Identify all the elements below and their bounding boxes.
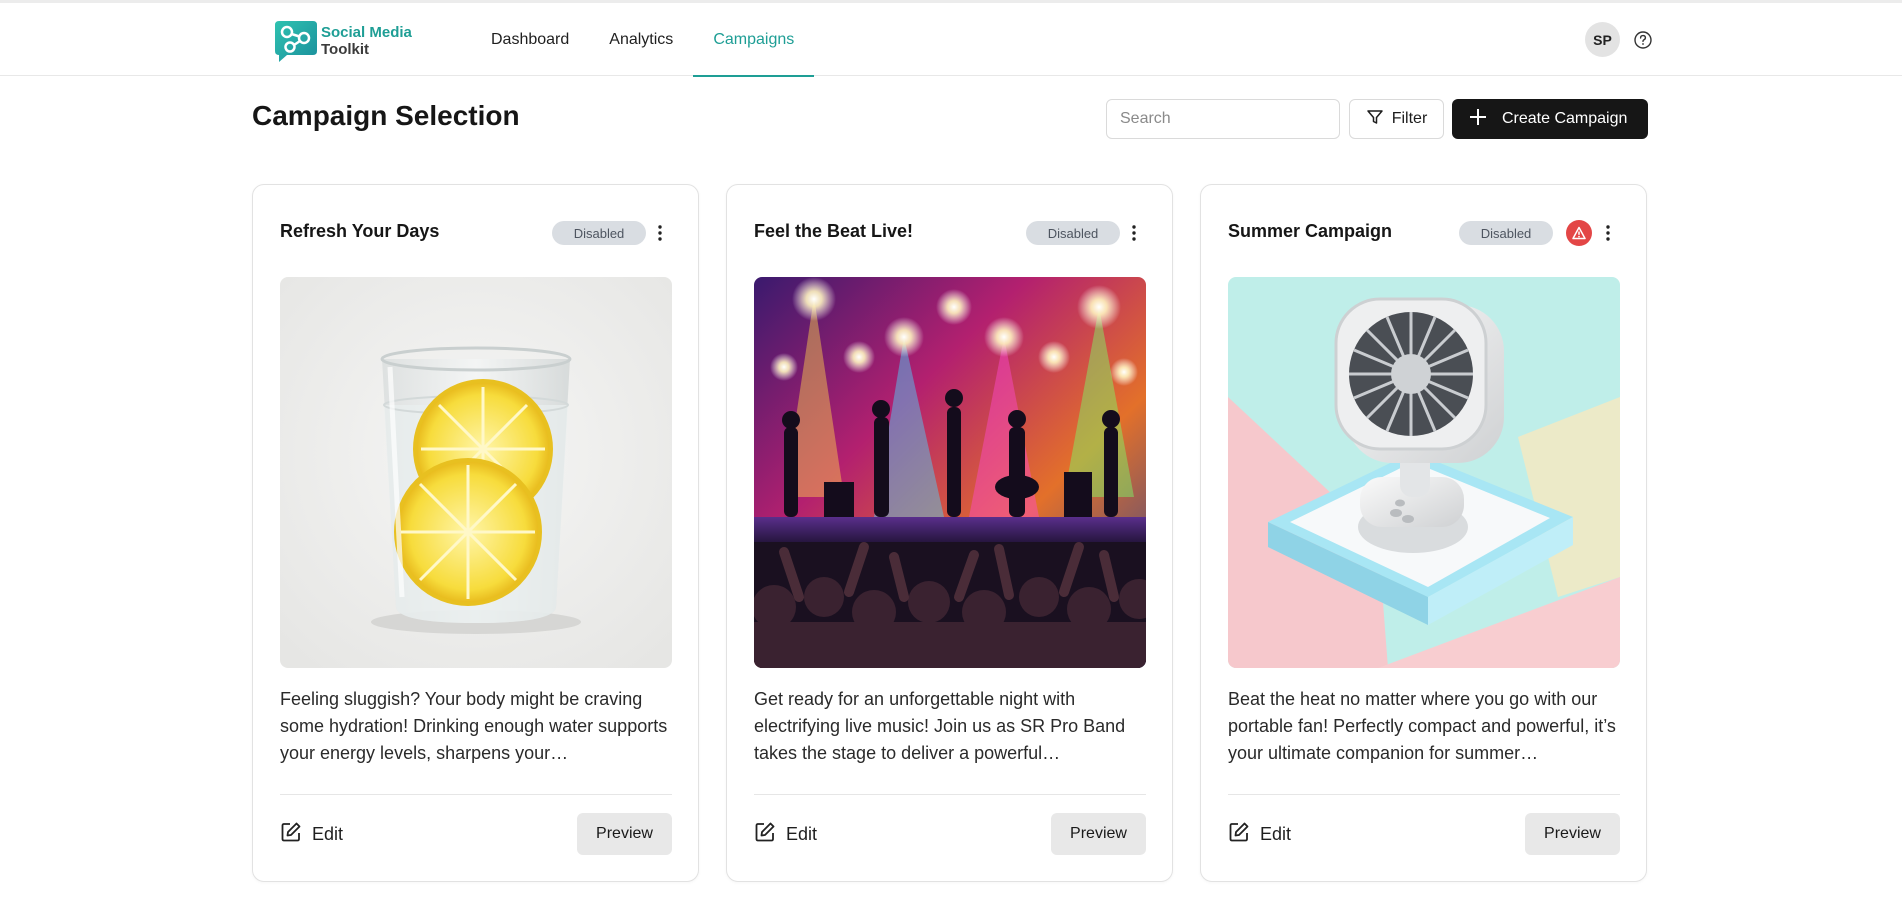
filter-label: Filter [1391, 110, 1428, 127]
preview-button[interactable]: Preview [1051, 813, 1146, 855]
campaign-description: Get ready for an unforgettable night wit… [754, 689, 1126, 763]
edit-label: Edit [312, 823, 344, 844]
campaign-image-portable-fan [1228, 277, 1620, 668]
user-avatar[interactable]: SP [1585, 22, 1620, 57]
preview-button[interactable]: Preview [577, 813, 672, 855]
more-options-icon[interactable] [650, 221, 670, 245]
preview-button[interactable]: Preview [1525, 813, 1620, 855]
create-campaign-button[interactable]: Create Campaign [1452, 99, 1648, 139]
edit-icon [1228, 821, 1250, 848]
nav-analytics[interactable]: Analytics [589, 3, 693, 76]
nav-dashboard[interactable]: Dashboard [471, 3, 589, 76]
campaign-title: Summer Campaign [1228, 221, 1393, 241]
top-header: Social Media Toolkit Dashboard Analytics… [0, 3, 1902, 77]
main-nav: Dashboard Analytics Campaigns [471, 3, 815, 77]
funnel-icon [1366, 108, 1384, 131]
plus-icon [1468, 107, 1488, 132]
campaign-card[interactable]: Feel the Beat Live! Disabled Get ready f… [726, 184, 1173, 882]
edit-icon [754, 821, 776, 848]
edit-label: Edit [786, 823, 818, 844]
status-badge: Disabled [1026, 221, 1120, 245]
edit-label: Edit [1260, 823, 1292, 844]
card-divider [754, 794, 1146, 795]
logo-line-2: Toolkit [321, 41, 370, 58]
logo-line-1: Social Media [321, 24, 412, 41]
warning-icon[interactable] [1566, 220, 1592, 246]
campaign-image-lemon-water [280, 277, 672, 668]
logo-text: Social Media Toolkit [321, 24, 412, 58]
status-badge: Disabled [552, 221, 646, 245]
edit-button[interactable]: Edit [1228, 819, 1291, 849]
campaign-description: Feeling sluggish? Your body might be cra… [280, 689, 668, 763]
campaign-card[interactable]: Summer Campaign Disabled Beat the heat n… [1200, 184, 1647, 882]
page-title: Campaign Selection [252, 100, 520, 131]
edit-icon [280, 821, 302, 848]
campaign-title: Refresh Your Days [280, 221, 440, 241]
search-input[interactable] [1106, 99, 1340, 139]
create-campaign-label: Create Campaign [1502, 110, 1628, 127]
status-badge: Disabled [1459, 221, 1553, 245]
campaign-description: Beat the heat no matter where you go wit… [1228, 689, 1616, 763]
nav-campaigns[interactable]: Campaigns [693, 3, 815, 77]
campaign-card[interactable]: Refresh Your Days Disabled Feeling slugg… [252, 184, 699, 882]
more-options-icon[interactable] [1124, 221, 1144, 245]
edit-button[interactable]: Edit [754, 819, 817, 849]
campaign-title: Feel the Beat Live! [754, 221, 914, 241]
campaign-image-concert [754, 277, 1146, 668]
more-options-icon[interactable] [1598, 221, 1618, 245]
filter-button[interactable]: Filter [1349, 99, 1444, 139]
app-logo[interactable]: Social Media Toolkit [271, 17, 421, 65]
edit-button[interactable]: Edit [280, 819, 343, 849]
card-divider [1228, 794, 1620, 795]
share-network-icon [271, 18, 319, 64]
card-divider [280, 794, 672, 795]
question-circle-icon[interactable] [1634, 31, 1652, 49]
